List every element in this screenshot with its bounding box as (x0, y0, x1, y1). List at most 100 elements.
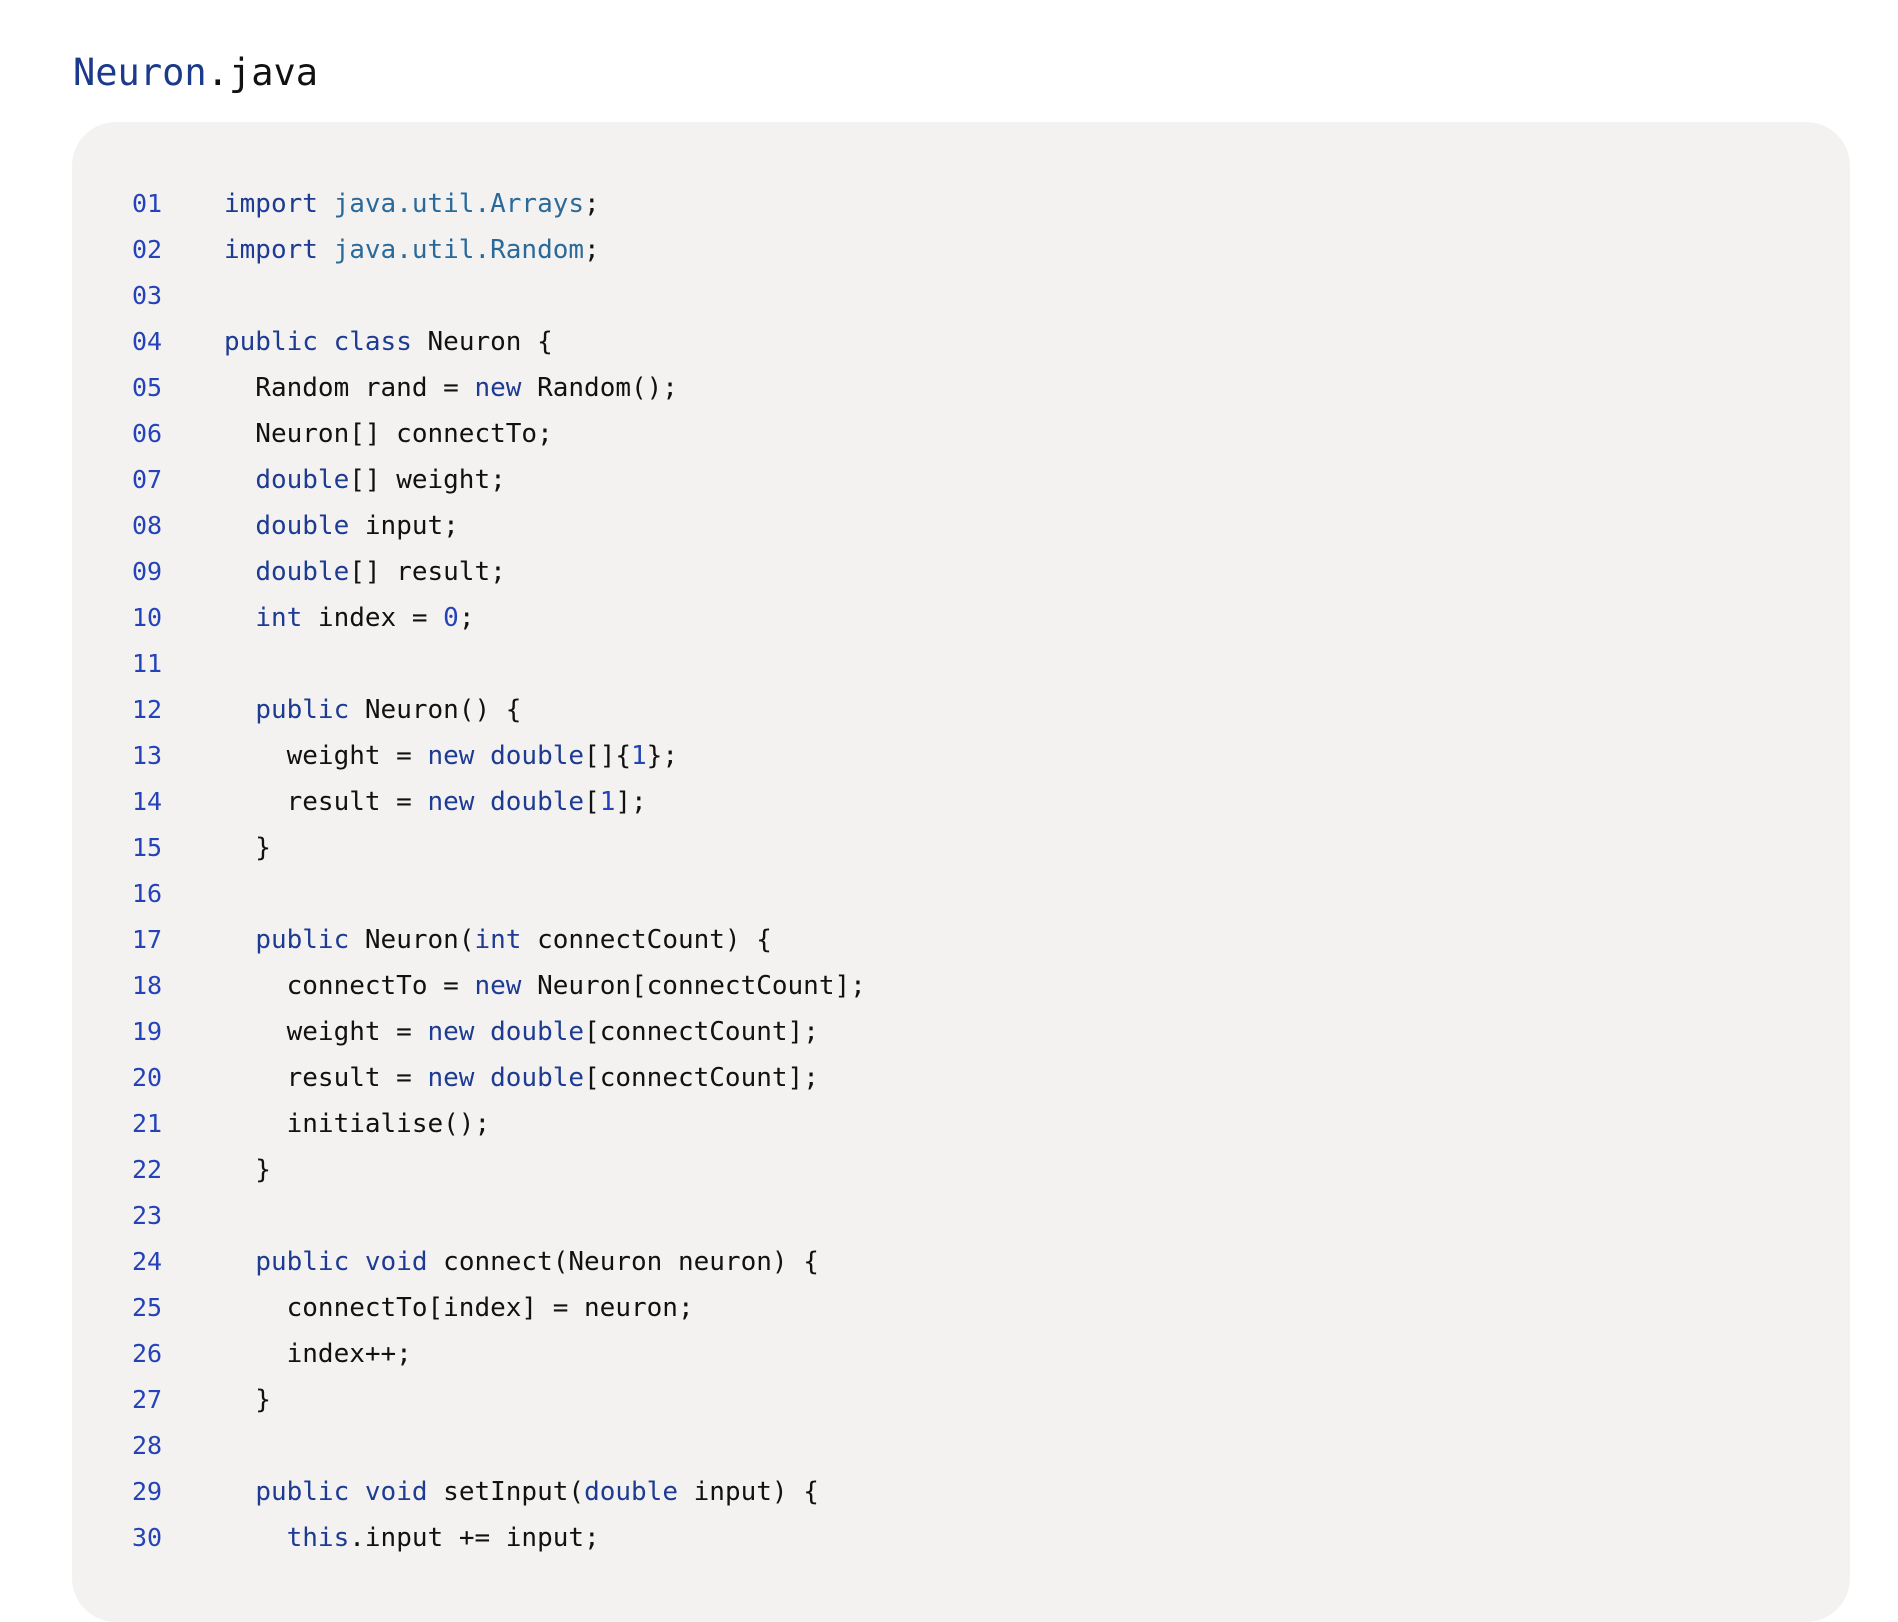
code-line: 15 } (72, 825, 1850, 871)
code-line: 26 index++; (72, 1331, 1850, 1377)
number-token: 1 (599, 787, 616, 817)
code-token: connectTo = (224, 971, 475, 1001)
keyword-token: public (224, 327, 318, 357)
file-title-extension: .java (206, 51, 319, 94)
code-line: 14 result = new double[1]; (72, 779, 1850, 825)
code-line: 11 (72, 641, 1850, 687)
number-token: 0 (443, 603, 459, 633)
line-number: 06 (132, 419, 163, 448)
code-line: 20 result = new double[connectCount]; (72, 1055, 1850, 1101)
package-token: java.util.Arrays (333, 189, 585, 219)
code-line: 17 public Neuron(int connectCount) { (72, 917, 1850, 963)
keyword-token: double (490, 787, 585, 817)
keyword-token: import (224, 235, 318, 265)
keyword-token: new (427, 787, 475, 817)
code-line: 16 (72, 871, 1850, 917)
line-code: public Neuron() { (224, 687, 521, 733)
line-number: 07 (132, 465, 163, 494)
code-line: 05 Random rand = new Random(); (72, 365, 1850, 411)
code-token: .input += input; (349, 1523, 600, 1553)
code-token: Neuron[connectCount]; (521, 971, 866, 1001)
code-line: 28 (72, 1423, 1850, 1469)
line-number: 30 (132, 1523, 163, 1552)
line-number: 28 (132, 1431, 163, 1460)
line-number: 02 (132, 235, 163, 264)
code-line: 09 double[] result; (72, 549, 1850, 595)
line-number: 23 (132, 1201, 163, 1230)
keyword-token: public (255, 695, 350, 725)
line-code: weight = new double[connectCount]; (224, 1009, 819, 1055)
keyword-token: double (255, 557, 350, 587)
code-token: [] weight; (349, 465, 506, 495)
code-panel: 01 import java.util.Arrays; 02 import java.… (72, 122, 1850, 1622)
code-token: initialise(); (224, 1109, 491, 1139)
line-number: 22 (132, 1155, 163, 1184)
keyword-token: double (255, 465, 350, 495)
code-token: Neuron { (411, 327, 553, 357)
keyword-token: double (490, 1063, 585, 1093)
code-line: 06 Neuron[] connectTo; (72, 411, 1850, 457)
line-code: import java.util.Arrays; (224, 181, 600, 227)
code-token: connectCount) { (521, 925, 772, 955)
code-token: Random(); (521, 373, 678, 403)
code-line: 23 (72, 1193, 1850, 1239)
code-token: Random rand = (224, 373, 475, 403)
keyword-token: new (474, 971, 522, 1001)
code-token: input) { (677, 1477, 819, 1507)
code-line: 19 weight = new double[connectCount]; (72, 1009, 1850, 1055)
line-number: 12 (132, 695, 163, 724)
code-token: } (224, 833, 271, 863)
line-code: public void setInput(double input) { (224, 1469, 819, 1515)
code-token: result = (224, 1063, 428, 1093)
line-code: index++; (224, 1331, 412, 1377)
line-number: 19 (132, 1017, 163, 1046)
code-line: 08 double input; (72, 503, 1850, 549)
line-number: 20 (132, 1063, 163, 1092)
code-line: 24 public void connect(Neuron neuron) { (72, 1239, 1850, 1285)
code-token: [connectCount]; (584, 1017, 819, 1047)
code-token: } (224, 1385, 271, 1415)
line-number: 26 (132, 1339, 163, 1368)
line-number: 29 (132, 1477, 163, 1506)
code-line: 21 initialise(); (72, 1101, 1850, 1147)
line-code: connectTo[index] = neuron; (224, 1285, 694, 1331)
code-token: connectTo[index] = neuron; (224, 1293, 694, 1323)
package-token: java.util.Random (333, 235, 585, 265)
code-line: 22 } (72, 1147, 1850, 1193)
code-line: 25 connectTo[index] = neuron; (72, 1285, 1850, 1331)
line-code: } (224, 825, 271, 871)
line-code: } (224, 1377, 271, 1423)
code-token: [connectCount]; (584, 1063, 819, 1093)
code-token: Neuron() { (349, 695, 522, 725)
code-token: index++; (224, 1339, 412, 1369)
code-line: 07 double[] weight; (72, 457, 1850, 503)
line-code: public class Neuron { (224, 319, 553, 365)
line-number: 27 (132, 1385, 163, 1414)
keyword-token: class (333, 327, 412, 357)
line-code: this.input += input; (224, 1515, 600, 1561)
line-number: 01 (132, 189, 163, 218)
line-code: weight = new double[]{1}; (224, 733, 678, 779)
line-code: import java.util.Random; (224, 227, 600, 273)
code-line: 27 } (72, 1377, 1850, 1423)
file-title-base: Neuron (73, 51, 207, 94)
code-line: 29 public void setInput(double input) { (72, 1469, 1850, 1515)
code-line: 30 this.input += input; (72, 1515, 1850, 1561)
code-token: input; (349, 511, 459, 541)
code-token: ; (458, 603, 475, 633)
keyword-token: public (255, 925, 350, 955)
line-code: Random rand = new Random(); (224, 365, 678, 411)
code-token: result = (224, 787, 428, 817)
code-token: [ (584, 787, 600, 817)
keyword-token: new (427, 741, 475, 771)
code-token: ]; (615, 787, 647, 817)
